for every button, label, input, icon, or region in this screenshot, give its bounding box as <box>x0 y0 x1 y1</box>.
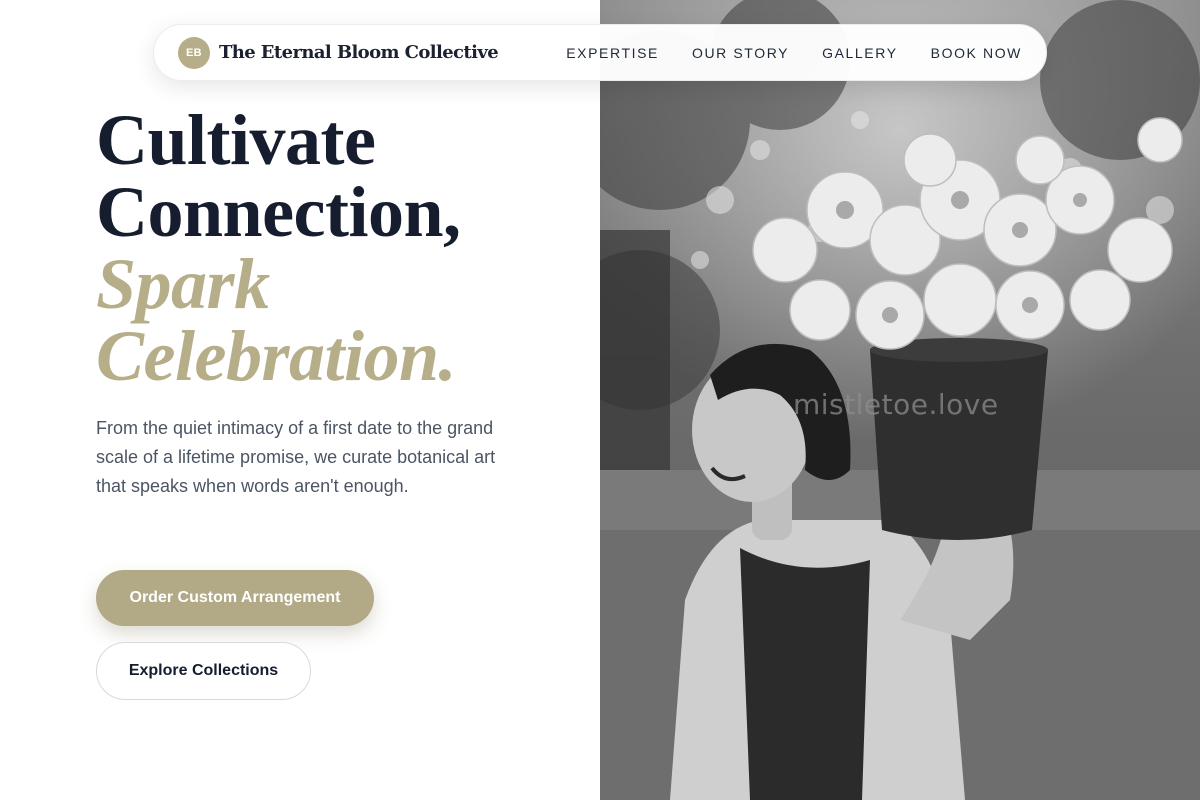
photo-watermark: mistletoe.love <box>793 388 999 421</box>
nav-link-book-now[interactable]: BOOK NOW <box>931 45 1022 61</box>
hero-lead-paragraph: From the quiet intimacy of a first date … <box>96 418 496 496</box>
top-navigation: EB The Eternal Bloom Collective EXPERTIS… <box>153 24 1047 81</box>
explore-collections-button[interactable]: Explore Collections <box>96 642 311 700</box>
brand-name[interactable]: The Eternal Bloom Collective <box>219 42 499 63</box>
headline-line-1: Cultivate <box>96 100 376 180</box>
nav-links: EXPERTISE OUR STORY GALLERY BOOK NOW <box>566 45 1022 61</box>
nav-link-gallery[interactable]: GALLERY <box>822 45 898 61</box>
nav-link-our-story[interactable]: OUR STORY <box>692 45 789 61</box>
hero-photo: mistletoe.love <box>600 0 1200 800</box>
headline-line-3: Spark <box>96 244 270 324</box>
headline-line-4: Celebration. <box>96 316 457 396</box>
logo-badge[interactable]: EB <box>178 36 210 69</box>
hero-headline: Cultivate Connection, Spark Celebration. <box>96 104 461 392</box>
nav-link-expertise[interactable]: EXPERTISE <box>566 45 659 61</box>
headline-line-2: Connection, <box>96 172 461 252</box>
order-custom-arrangement-button[interactable]: Order Custom Arrangement <box>96 570 374 626</box>
